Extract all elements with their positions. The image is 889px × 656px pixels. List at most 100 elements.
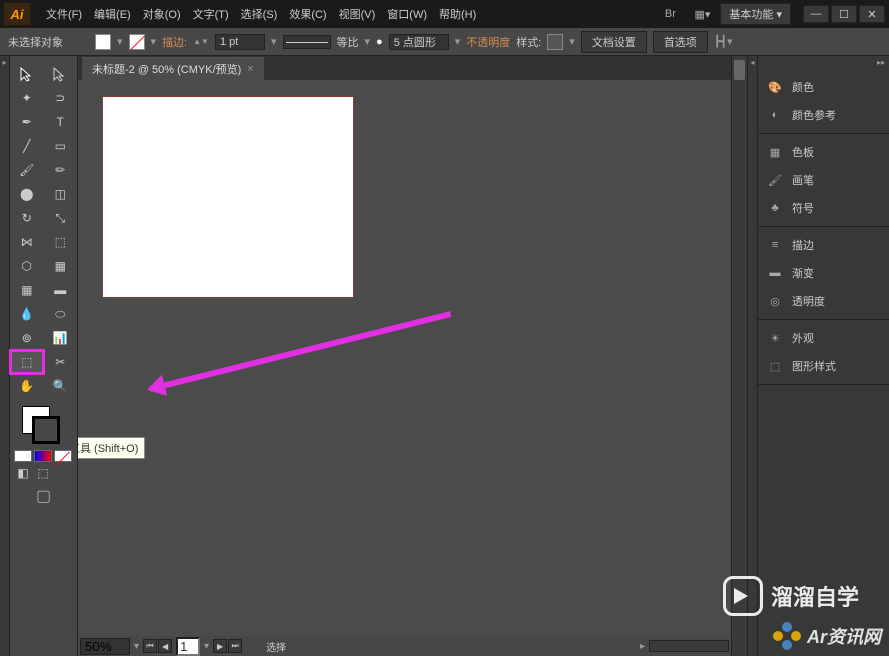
hand-tool[interactable]: ✋ — [10, 374, 44, 398]
graphic-styles-icon: ⬚ — [766, 357, 784, 375]
stroke-profile[interactable] — [283, 35, 331, 49]
screen-mode-icon[interactable]: ⬚ — [34, 466, 52, 480]
pen-tool[interactable]: ✒ — [10, 110, 44, 134]
shape-builder-tool[interactable]: ⬡ — [10, 254, 44, 278]
v-scrollbar[interactable] — [731, 56, 747, 656]
first-artboard-button[interactable]: ⏮ — [143, 639, 157, 653]
paintbrush-tool[interactable]: 🖌 — [10, 158, 44, 182]
rectangle-tool[interactable]: ▭ — [44, 134, 78, 158]
menu-edit[interactable]: 编辑(E) — [88, 2, 137, 26]
prev-artboard-button[interactable]: ◀ — [158, 639, 172, 653]
style-swatch[interactable] — [547, 34, 563, 50]
main-menu: 文件(F) 编辑(E) 对象(O) 文字(T) 选择(S) 效果(C) 视图(V… — [40, 2, 482, 26]
selection-status: 未选择对象 — [8, 34, 63, 50]
h-scrollbar[interactable] — [649, 640, 729, 652]
eyedropper-tool[interactable]: 💧 — [10, 302, 44, 326]
column-graph-tool[interactable]: 📊 — [44, 326, 78, 350]
stroke-swatch[interactable] — [129, 34, 145, 50]
lasso-tool[interactable]: ⊃ — [44, 86, 78, 110]
free-transform-tool[interactable]: ⬚ — [44, 230, 78, 254]
brush-input[interactable] — [389, 34, 449, 50]
panel-graphic-styles[interactable]: ⬚图形样式 — [758, 352, 889, 380]
control-bar: 未选择对象 ▾ ▾ 描边: ▲▼ ▾ 等比 ▾ ● ▾ 不透明度 样式: ▾ 文… — [0, 28, 889, 56]
gradient-mode-icon[interactable] — [34, 450, 52, 462]
panel-color[interactable]: 🎨颜色 — [758, 73, 889, 101]
selection-tool[interactable] — [10, 62, 44, 86]
draw-mode-icon[interactable]: ◧ — [14, 466, 32, 480]
stroke-weight-input[interactable] — [215, 34, 265, 50]
menu-file[interactable]: 文件(F) — [40, 2, 88, 26]
swatches-icon: ▦ — [766, 143, 784, 161]
tab-title: 未标题-2 @ 50% (CMYK/预览) — [92, 61, 241, 77]
fill-swatch[interactable] — [95, 34, 111, 50]
preferences-button[interactable]: 首选项 — [653, 31, 708, 53]
style-label: 样式: — [516, 34, 541, 50]
none-mode-icon[interactable] — [54, 450, 72, 462]
annotation-arrow — [149, 311, 451, 392]
blend-tool[interactable]: ⬭ — [44, 302, 78, 326]
rotate-tool[interactable]: ↻ — [10, 206, 44, 230]
symbol-sprayer-tool[interactable]: ⊚ — [10, 326, 44, 350]
eraser-tool[interactable]: ◫ — [44, 182, 78, 206]
left-gutter[interactable]: ▸ — [0, 56, 10, 656]
tab-close-icon[interactable]: × — [247, 63, 253, 75]
canvas[interactable]: 画板工具 (Shift+O) — [78, 80, 731, 636]
panel-swatches[interactable]: ▦色板 — [758, 138, 889, 166]
doc-setup-button[interactable]: 文档设置 — [581, 31, 647, 53]
menu-object[interactable]: 对象(O) — [137, 2, 187, 26]
scale-tool[interactable]: ⤡ — [44, 206, 78, 230]
panel-transparency[interactable]: ◎透明度 — [758, 287, 889, 315]
panel-gradient[interactable]: ▬渐变 — [758, 259, 889, 287]
slice-tool[interactable]: ✂ — [44, 350, 78, 374]
panel-appearance[interactable]: ☀外观 — [758, 324, 889, 352]
status-info: 选择 — [266, 639, 286, 654]
direct-selection-tool[interactable] — [44, 62, 78, 86]
fill-stroke-control[interactable] — [10, 406, 77, 442]
menu-type[interactable]: 文字(T) — [187, 2, 235, 26]
gradient-tool[interactable]: ▬ — [44, 278, 78, 302]
panel-symbols[interactable]: ♣符号 — [758, 194, 889, 222]
width-tool[interactable]: ⋈ — [10, 230, 44, 254]
next-artboard-button[interactable]: ▶ — [213, 639, 227, 653]
tool-tooltip: 画板工具 (Shift+O) — [78, 437, 145, 459]
status-bar: ▾ ⏮ ◀ ▾ ▶ ⏭ 选择 ▸ — [78, 636, 731, 656]
line-tool[interactable]: ╱ — [10, 134, 44, 158]
menu-select[interactable]: 选择(S) — [235, 2, 284, 26]
close-button[interactable]: ✕ — [859, 5, 885, 23]
stroke-icon: ≡ — [766, 236, 784, 254]
panel-stroke[interactable]: ≡描边 — [758, 231, 889, 259]
minimize-button[interactable]: — — [803, 5, 829, 23]
zoom-tool[interactable]: 🔍 — [44, 374, 78, 398]
type-tool[interactable]: T — [44, 110, 78, 134]
menu-view[interactable]: 视图(V) — [333, 2, 382, 26]
last-artboard-button[interactable]: ⏭ — [228, 639, 242, 653]
panel-collapse-icon[interactable]: ▸▸ — [758, 56, 889, 69]
palette-icon: 🎨 — [766, 78, 784, 96]
right-gutter[interactable]: ◂ — [747, 56, 757, 656]
blob-brush-tool[interactable]: ⬤ — [10, 182, 44, 206]
panel-color-guide[interactable]: ◐颜色参考 — [758, 101, 889, 129]
bridge-button[interactable]: Br — [656, 4, 684, 24]
arrange-button[interactable]: ▦▾ — [688, 4, 716, 24]
uniform-label: 等比 — [337, 34, 359, 50]
perspective-grid-tool[interactable]: ▦ — [44, 254, 78, 278]
zoom-input[interactable] — [80, 638, 130, 655]
color-mode-icon[interactable] — [14, 450, 32, 462]
menu-effect[interactable]: 效果(C) — [283, 2, 332, 26]
menu-help[interactable]: 帮助(H) — [433, 2, 482, 26]
appearance-icon: ☀ — [766, 329, 784, 347]
pencil-tool[interactable]: ✏ — [44, 158, 78, 182]
document-tab[interactable]: 未标题-2 @ 50% (CMYK/预览) × — [82, 57, 264, 80]
panel-brushes[interactable]: 🖌画笔 — [758, 166, 889, 194]
artboard-number-input[interactable] — [176, 637, 200, 656]
magic-wand-tool[interactable]: ✦ — [10, 86, 44, 110]
app-logo: Ai — [4, 3, 30, 25]
mesh-tool[interactable]: ▦ — [10, 278, 44, 302]
opacity-label: 不透明度 — [466, 34, 510, 50]
symbols-icon: ♣ — [766, 199, 784, 217]
workspace-dropdown[interactable]: 基本功能 ▾ — [720, 3, 791, 25]
maximize-button[interactable]: ☐ — [831, 5, 857, 23]
change-screen-mode[interactable]: ▢ — [10, 486, 77, 506]
artboard-tool[interactable]: ⬚ — [10, 350, 44, 374]
menu-window[interactable]: 窗口(W) — [381, 2, 433, 26]
